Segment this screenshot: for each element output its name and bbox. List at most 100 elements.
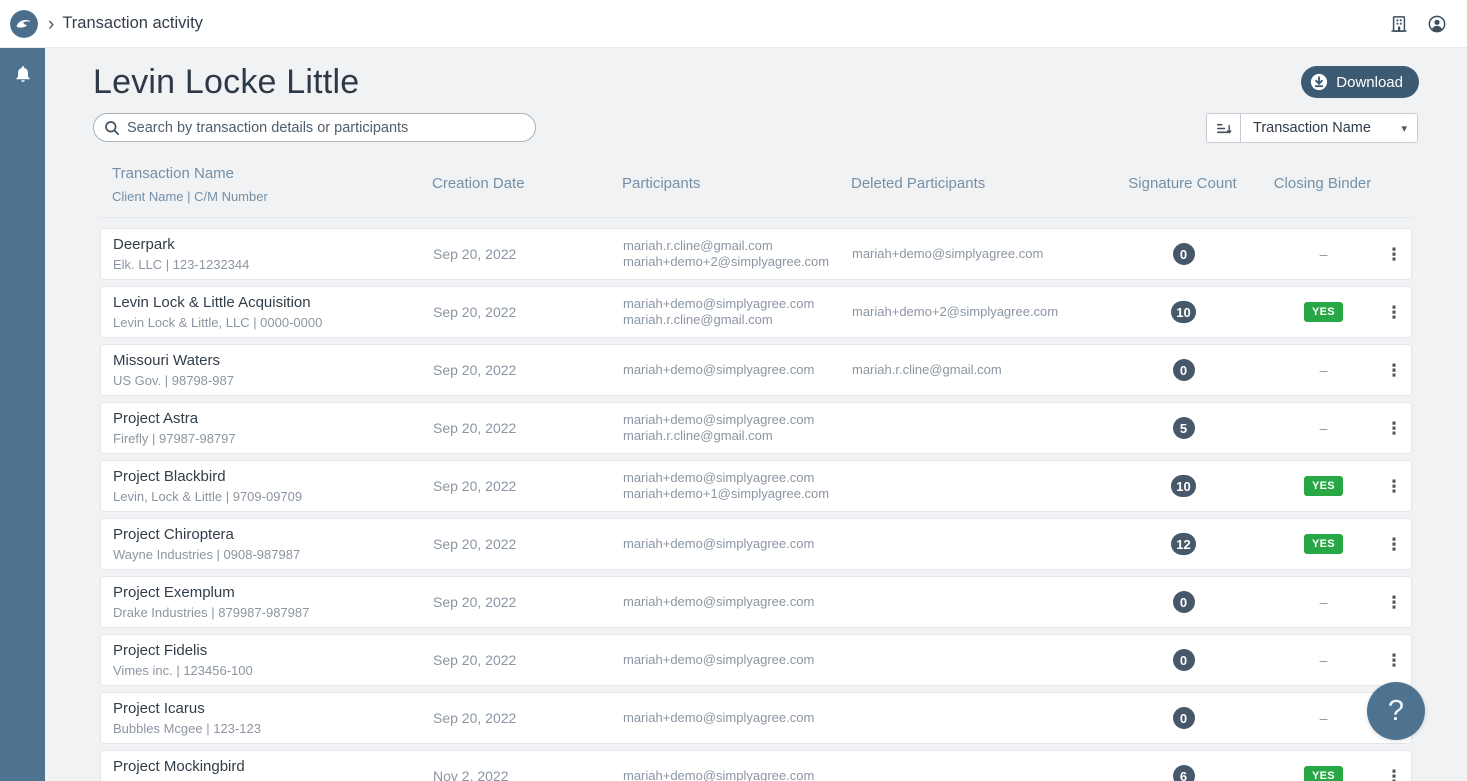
closing-binder-none-dash: – xyxy=(1319,362,1328,378)
deleted-participants-list: mariah+demo@simplyagree.com xyxy=(852,246,1095,262)
participants-list: mariah+demo@simplyagree.com mariah.r.clin… xyxy=(623,412,852,444)
closing-binder-cell: – xyxy=(1272,594,1375,610)
participant-email: mariah+demo@simplyagree.com xyxy=(623,768,815,781)
client-and-cm-number: Drake Industries | 879987-987987 xyxy=(113,604,310,620)
transaction-name-cell: Project Blackbird Levin, Lock & Little |… xyxy=(113,468,433,505)
deleted-participants-list: mariah+demo+2@simplyagree.com xyxy=(852,304,1095,320)
transaction-name: Levin Lock & Little Acquisition xyxy=(113,293,311,311)
participants-list: mariah+demo@simplyagree.com xyxy=(623,594,852,610)
transaction-name: Project Astra xyxy=(113,409,199,427)
creation-date: Sep 20, 2022 xyxy=(433,652,517,668)
row-menu-kebab-icon[interactable]: ⋮ xyxy=(1375,300,1413,325)
signature-count-cell: 10 xyxy=(1095,475,1272,497)
sort-direction-button[interactable] xyxy=(1206,113,1240,143)
organization-icon[interactable] xyxy=(1389,14,1409,34)
signature-count-badge: 0 xyxy=(1172,649,1195,671)
creation-date: Sep 20, 2022 xyxy=(433,594,517,610)
transaction-name-cell: Project Mockingbird 1234-12345 xyxy=(113,758,433,781)
row-menu-kebab-icon[interactable]: ⋮ xyxy=(1375,648,1413,673)
signature-count-badge: 10 xyxy=(1171,475,1196,497)
participant-email: mariah.r.cline@gmail.com xyxy=(623,238,773,253)
participant-email: mariah+demo@simplyagree.com xyxy=(623,470,815,485)
closing-binder-none-dash: – xyxy=(1319,594,1328,610)
table-row[interactable]: Project Blackbird Levin, Lock & Little |… xyxy=(100,460,1412,512)
participants-list: mariah+demo@simplyagree.com xyxy=(623,362,852,378)
sort-amount-icon xyxy=(1217,123,1232,134)
chevron-down-icon: ▾ xyxy=(1401,122,1407,135)
col-header-creation-date: Creation Date xyxy=(432,175,525,192)
participant-email: mariah+demo+1@simplyagree.com xyxy=(623,486,830,501)
closing-binder-yes-badge: YES xyxy=(1304,476,1343,496)
closing-binder-cell: YES xyxy=(1272,302,1375,322)
account-icon[interactable] xyxy=(1427,14,1447,34)
download-button-label: Download xyxy=(1336,73,1403,91)
row-menu-kebab-icon[interactable]: ⋮ xyxy=(1375,532,1413,557)
table-row[interactable]: Project Fidelis Vimes inc. | 123456-100 … xyxy=(100,634,1412,686)
closing-binder-none-dash: – xyxy=(1319,246,1328,262)
breadcrumb[interactable]: Transaction activity xyxy=(62,14,203,33)
transaction-name-cell: Project Icarus Bubbles Mcgee | 123-123 xyxy=(113,700,433,737)
participants-list: mariah+demo@simplyagree.com xyxy=(623,768,852,781)
row-menu-kebab-icon[interactable]: ⋮ xyxy=(1375,474,1413,499)
sort-field-select[interactable]: Transaction Name ▾ xyxy=(1240,113,1418,143)
sort-control: Transaction Name ▾ xyxy=(1206,113,1418,143)
deleted-participant-email: mariah+demo+2@simplyagree.com xyxy=(852,304,1059,319)
creation-date: Sep 20, 2022 xyxy=(433,304,517,320)
transaction-name: Missouri Waters xyxy=(113,351,220,369)
search-input[interactable] xyxy=(127,119,523,136)
client-and-cm-number: Levin Lock & Little, LLC | 0000-0000 xyxy=(113,314,323,330)
table-row[interactable]: Deerpark Elk. LLC | 123-1232344 Sep 20, … xyxy=(100,228,1412,280)
help-button[interactable]: ? xyxy=(1367,682,1425,740)
closing-binder-none-dash: – xyxy=(1319,652,1328,668)
transaction-name: Project Mockingbird xyxy=(113,757,245,775)
signature-count-cell: 0 xyxy=(1095,649,1272,671)
app-logo-icon[interactable] xyxy=(10,9,38,38)
table-row[interactable]: Project Chiroptera Wayne Industries | 09… xyxy=(100,518,1412,570)
creation-date: Nov 2, 2022 xyxy=(433,768,509,781)
client-and-cm-number: US Gov. | 98798-987 xyxy=(113,372,234,388)
row-menu-kebab-icon[interactable]: ⋮ xyxy=(1375,764,1413,781)
col-header-signature-count: Signature Count xyxy=(1128,175,1237,192)
closing-binder-yes-badge: YES xyxy=(1304,766,1343,781)
signature-count-cell: 0 xyxy=(1095,243,1272,265)
closing-binder-cell: – xyxy=(1272,362,1375,378)
participants-list: mariah+demo@simplyagree.com xyxy=(623,652,852,668)
top-bar: › Transaction activity xyxy=(0,0,1467,48)
participant-email: mariah+demo@simplyagree.com xyxy=(623,536,815,551)
closing-binder-yes-badge: YES xyxy=(1304,302,1343,322)
transaction-name-cell: Levin Lock & Little Acquisition Levin Lo… xyxy=(113,294,433,331)
row-menu-kebab-icon[interactable]: ⋮ xyxy=(1375,242,1413,267)
creation-date: Sep 20, 2022 xyxy=(433,362,517,378)
signature-count-cell: 12 xyxy=(1095,533,1272,555)
creation-date: Sep 20, 2022 xyxy=(433,710,517,726)
closing-binder-yes-badge: YES xyxy=(1304,534,1343,554)
client-and-cm-number: Bubbles Mcgee | 123-123 xyxy=(113,720,261,736)
transaction-name-cell: Project Fidelis Vimes inc. | 123456-100 xyxy=(113,642,433,679)
row-menu-kebab-icon[interactable]: ⋮ xyxy=(1375,358,1413,383)
col-header-participants: Participants xyxy=(622,175,701,192)
row-menu-kebab-icon[interactable]: ⋮ xyxy=(1375,416,1413,441)
participant-email: mariah+demo@simplyagree.com xyxy=(623,296,815,311)
closing-binder-cell: YES xyxy=(1272,766,1375,781)
col-header-transaction-name: Transaction Name Client Name | C/M Numbe… xyxy=(112,165,268,204)
client-and-cm-number: Elk. LLC | 123-1232344 xyxy=(113,256,250,272)
client-and-cm-number: Wayne Industries | 0908-987987 xyxy=(113,546,301,562)
table-row[interactable]: Project Astra Firefly | 97987-98797 Sep … xyxy=(100,402,1412,454)
signature-count-badge: 5 xyxy=(1172,417,1195,439)
deleted-participant-email: mariah+demo@simplyagree.com xyxy=(852,246,1044,261)
table-row[interactable]: Project Icarus Bubbles Mcgee | 123-123 S… xyxy=(100,692,1412,744)
row-menu-kebab-icon[interactable]: ⋮ xyxy=(1375,590,1413,615)
client-and-cm-number: Vimes inc. | 123456-100 xyxy=(113,662,253,678)
participants-list: mariah.r.cline@gmail.com mariah+demo+2@si… xyxy=(623,238,852,270)
table-row[interactable]: Project Mockingbird 1234-12345 Nov 2, 20… xyxy=(100,750,1412,781)
closing-binder-none-dash: – xyxy=(1319,420,1328,436)
download-button[interactable]: Download xyxy=(1301,66,1419,98)
notifications-bell-icon[interactable] xyxy=(13,63,33,85)
transaction-name-cell: Deerpark Elk. LLC | 123-1232344 xyxy=(113,236,433,273)
table-row[interactable]: Levin Lock & Little Acquisition Levin Lo… xyxy=(100,286,1412,338)
participant-email: mariah+demo@simplyagree.com xyxy=(623,710,815,725)
participant-email: mariah+demo+2@simplyagree.com xyxy=(623,254,830,269)
table-row[interactable]: Missouri Waters US Gov. | 98798-987 Sep … xyxy=(100,344,1412,396)
closing-binder-cell: – xyxy=(1272,710,1375,726)
table-row[interactable]: Project Exemplum Drake Industries | 8799… xyxy=(100,576,1412,628)
